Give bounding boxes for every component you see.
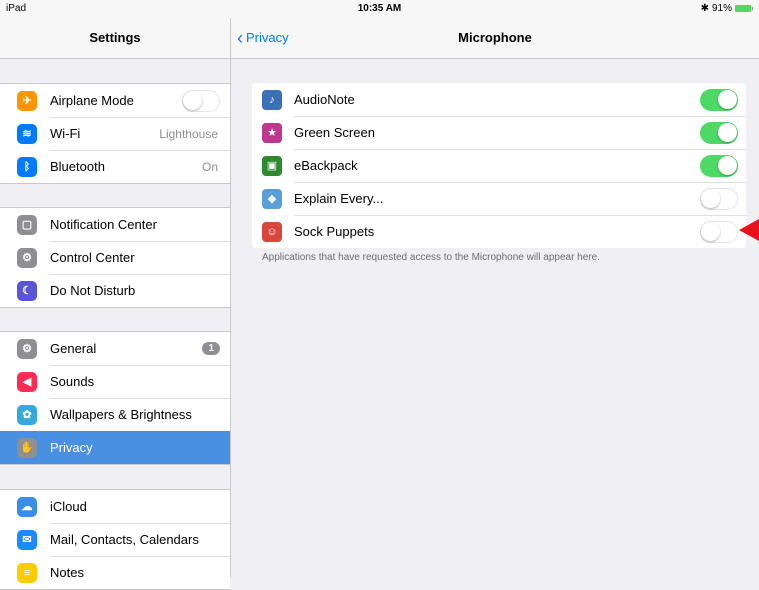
control-center-icon: ⚙ xyxy=(17,247,37,268)
sidebar-item-label: General xyxy=(50,341,97,356)
sidebar-item-sounds[interactable]: ◀ Sounds xyxy=(0,365,230,398)
gear-icon: ⚙ xyxy=(17,338,37,359)
sidebar-item-label: Control Center xyxy=(50,250,135,265)
sidebar-item-wallpapers-brightness[interactable]: ✿ Wallpapers & Brightness xyxy=(0,398,230,431)
toggle-knob xyxy=(701,188,720,208)
notification-badge: 1 xyxy=(202,342,220,355)
sidebar-item-notification-center[interactable]: ▢ Notification Center xyxy=(0,208,230,241)
app-row: ▣ eBackpack xyxy=(252,149,746,182)
app-row: ◆ Explain Every... xyxy=(252,182,746,215)
sidebar-item-label: Do Not Disturb xyxy=(50,283,136,298)
airplane-mode-toggle[interactable] xyxy=(182,89,220,112)
bluetooth-icon: ᛒ xyxy=(17,156,37,177)
main-nav-bar: Microphone ‹ Privacy xyxy=(231,18,759,59)
sidebar-group: ☁ iCloud ✉ Mail, Contacts, Calendars ≡ Notes xyxy=(0,489,230,590)
sidebar-item-wi-fi[interactable]: ≋ Wi-Fi Lighthouse xyxy=(0,117,230,150)
sidebar-item-general[interactable]: ⚙ General 1 xyxy=(0,332,230,365)
microphone-access-toggle[interactable] xyxy=(700,88,738,111)
app-name: Green Screen xyxy=(294,125,375,140)
explaineverything-icon: ◆ xyxy=(262,188,282,209)
sidebar-item-label: Wi-Fi xyxy=(50,126,81,141)
cloud-icon: ☁ xyxy=(17,496,37,517)
sidebar-item-label: Wallpapers & Brightness xyxy=(50,407,192,422)
page-title: Microphone xyxy=(458,30,532,45)
sidebar-item-label: Bluetooth xyxy=(50,159,105,174)
microphone-access-toggle[interactable] xyxy=(700,220,738,243)
mail-icon: ✉ xyxy=(17,529,37,550)
settings-sidebar: Settings ✈ Airplane Mode ≋ Wi-Fi Lighthouse ᛒ… xyxy=(0,0,231,590)
notification-icon: ▢ xyxy=(17,214,37,235)
sidebar-item-label: Notes xyxy=(50,565,84,580)
sidebar-item-privacy[interactable]: ✋ Privacy xyxy=(0,431,230,464)
sidebar-item-airplane-mode[interactable]: ✈ Airplane Mode xyxy=(0,84,230,117)
back-button[interactable]: ‹ Privacy xyxy=(237,18,289,58)
sidebar-item-value: Lighthouse xyxy=(159,126,218,141)
notes-icon: ≡ xyxy=(17,562,37,583)
toggle-knob xyxy=(701,221,720,241)
wifi-icon: ≋ xyxy=(17,123,37,144)
ebackpack-icon: ▣ xyxy=(262,155,282,176)
sidebar-group: ⚙ General 1 ◀ Sounds ✿ Wallpapers & Brightness… xyxy=(0,331,230,465)
sidebar-item-bluetooth[interactable]: ᛒ Bluetooth On xyxy=(0,150,230,183)
microphone-access-toggle[interactable] xyxy=(700,187,738,210)
sidebar-item-mail-contacts-calendars[interactable]: ✉ Mail, Contacts, Calendars xyxy=(0,523,230,556)
battery-percent: 91% xyxy=(711,3,732,14)
clock: 10:35 AM xyxy=(357,3,402,14)
app-name: AudioNote xyxy=(294,92,355,107)
sidebar-item-icloud[interactable]: ☁ iCloud xyxy=(0,490,230,523)
sidebar-group: ▢ Notification Center ⚙ Control Center ☾ Do N… xyxy=(0,207,230,308)
sidebar-item-notes[interactable]: ≡ Notes xyxy=(0,556,230,589)
sidebar-item-value: On xyxy=(201,159,218,174)
app-permissions-list: ♪ AudioNote ★ Green Screen ▣ eBackpack ◆ Explai… xyxy=(252,83,746,248)
hand-icon: ✋ xyxy=(17,437,37,458)
app-name: Sock Puppets xyxy=(294,224,375,239)
status-bar: iPad 10:35 AM ✱ 91% xyxy=(0,0,759,18)
toggle-knob xyxy=(718,89,737,109)
sidebar-item-label: Privacy xyxy=(50,440,93,455)
status-right: ✱ 91% xyxy=(700,3,753,14)
airplane-icon: ✈ xyxy=(17,90,37,111)
bluetooth-status-icon: ✱ xyxy=(700,3,709,14)
sidebar-item-label: Notification Center xyxy=(50,217,157,232)
back-label: Privacy xyxy=(246,30,289,45)
audionote-icon: ♪ xyxy=(262,89,282,110)
footnote: Applications that have requested access … xyxy=(262,252,600,263)
app-name: Explain Every... xyxy=(294,191,384,206)
sidebar-item-label: Sounds xyxy=(50,374,95,389)
sidebar-item-do-not-disturb[interactable]: ☾ Do Not Disturb xyxy=(0,274,230,307)
sidebar-item-control-center[interactable]: ⚙ Control Center xyxy=(0,241,230,274)
microphone-access-toggle[interactable] xyxy=(700,121,738,144)
sidebar-item-label: Mail, Contacts, Calendars xyxy=(50,532,199,547)
toggle-knob xyxy=(183,90,202,110)
app-name: eBackpack xyxy=(294,158,358,173)
toggle-knob xyxy=(718,122,737,142)
greenscreen-icon: ★ xyxy=(262,122,282,143)
app-row: ♪ AudioNote xyxy=(252,83,746,116)
microphone-access-toggle[interactable] xyxy=(700,154,738,177)
app-row: ☺ Sock Puppets xyxy=(252,215,746,248)
chevron-left-icon: ‹ xyxy=(237,28,243,48)
annotation-arrow xyxy=(739,219,759,241)
battery-icon xyxy=(735,5,753,12)
sidebar-item-label: Airplane Mode xyxy=(50,93,134,108)
moon-icon: ☾ xyxy=(17,280,37,301)
flower-icon: ✿ xyxy=(17,404,37,425)
app-row: ★ Green Screen xyxy=(252,116,746,149)
sidebar-group: ✈ Airplane Mode ≋ Wi-Fi Lighthouse ᛒ Bluetooth… xyxy=(0,83,230,184)
speaker-icon: ◀ xyxy=(17,371,37,392)
sidebar-title: Settings xyxy=(0,18,230,59)
toggle-knob xyxy=(718,155,737,175)
sockpuppets-icon: ☺ xyxy=(262,221,282,242)
sidebar-item-label: iCloud xyxy=(50,499,87,514)
